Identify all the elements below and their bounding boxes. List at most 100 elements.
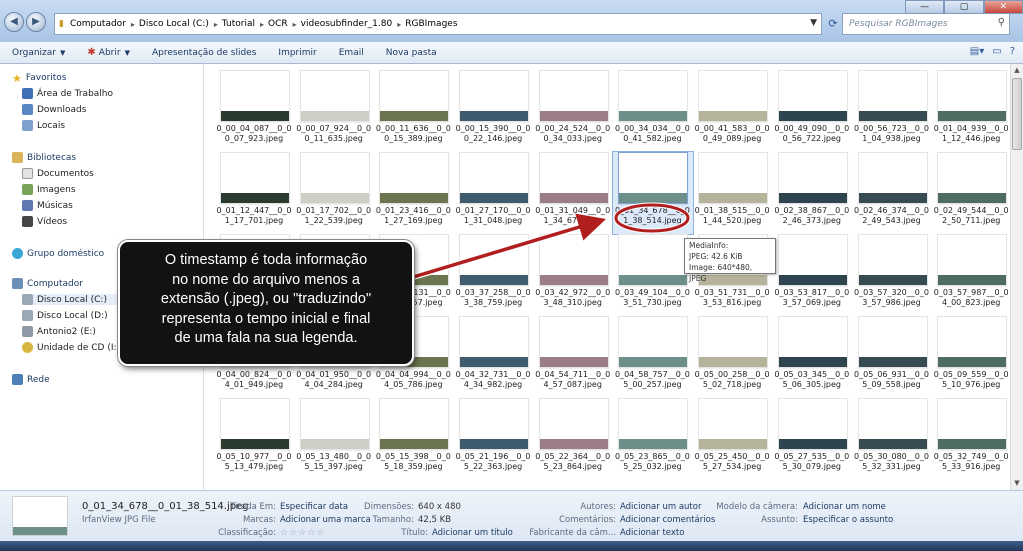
breadcrumb-tutorial[interactable]: Tutorial ▸ (222, 19, 264, 29)
file-thumbnail[interactable]: 0_05_00_258__0_0 5_02_718.jpeg (693, 316, 773, 398)
scrollbar-thumb[interactable] (1012, 78, 1022, 150)
sidebar-item-images[interactable]: Imagens (22, 184, 76, 195)
sidebar-network[interactable]: Rede (12, 374, 50, 385)
breadcrumb-rgbimages[interactable]: RGBImages (405, 19, 457, 29)
file-thumbnail[interactable]: 0_03_53_817__0_0 3_57_069.jpeg (773, 234, 853, 316)
rating-stars[interactable]: ☆☆☆☆☆ (280, 528, 325, 538)
file-thumbnail[interactable]: 0_01_31_049__0_0 1_34_677.jpeg (534, 152, 614, 234)
file-thumbnail[interactable]: 0_05_32_749__0_0 5_33_916.jpeg (932, 398, 1010, 480)
file-thumbnail[interactable]: 0_00_15_390__0_0 0_22_146.jpeg (454, 70, 534, 152)
file-thumbnail[interactable]: 0_01_04_939__0_0 1_12_446.jpeg (932, 70, 1010, 152)
sidebar-item-music[interactable]: Músicas (22, 200, 73, 211)
address-bar[interactable]: ▮ Computador ▸ Disco Local (C:) ▸ Tutorial… (54, 13, 822, 35)
file-thumbnail[interactable]: 0_01_17_702__0_0 1_22_539.jpeg (295, 152, 375, 234)
file-thumbnail[interactable]: 0_05_13_480__0_0 5_15_397.jpeg (295, 398, 375, 480)
file-thumbnail[interactable]: 0_05_25_450__0_0 5_27_534.jpeg (693, 398, 773, 480)
maximize-button[interactable]: ▢ (944, 0, 984, 14)
file-thumbnail[interactable]: 0_03_49_104__0_0 3_51_730.jpeg (613, 234, 693, 316)
print-button[interactable]: Imprimir (278, 48, 316, 58)
taken-value[interactable]: Especificar data (280, 502, 348, 512)
breadcrumb-videosubfinder[interactable]: videosubfinder_1.80 ▸ (301, 19, 402, 29)
refresh-button[interactable]: ⟳ (826, 13, 840, 35)
email-button[interactable]: Email (339, 48, 364, 58)
file-thumbnail[interactable]: 0_02_38_867__0_0 2_46_373.jpeg (773, 152, 853, 234)
subject-value[interactable]: Especificar o assunto (803, 515, 893, 525)
sidebar-item-cd-drive[interactable]: Unidade de CD (I:) (22, 342, 120, 353)
thumbnail-image (857, 398, 928, 450)
sidebar-favorites[interactable]: ★ Favoritos (12, 72, 67, 85)
vertical-scrollbar[interactable]: ▲ ▼ (1010, 64, 1023, 490)
forward-button[interactable]: ▶ (26, 12, 46, 32)
file-thumbnail[interactable]: 0_05_09_559__0_0 5_10_976.jpeg (932, 316, 1010, 398)
file-thumbnail[interactable]: 0_05_30_080__0_0 5_32_331.jpeg (853, 398, 933, 480)
minimize-button[interactable]: — (905, 0, 945, 14)
file-thumbnail[interactable]: 0_00_07_924__0_0 0_11_635.jpeg (295, 70, 375, 152)
authors-value[interactable]: Adicionar um autor (620, 502, 701, 512)
file-name-line: 5_22_363.jpeg (463, 462, 523, 471)
view-options-icon[interactable]: ▤▾ (970, 46, 984, 57)
sidebar-item-videos[interactable]: Vídeos (22, 216, 67, 227)
preview-pane-icon[interactable]: ▭ (992, 46, 1001, 57)
file-thumbnail[interactable]: 0_05_06_931__0_0 5_09_558.jpeg (853, 316, 933, 398)
file-name-line: 5_23_864.jpeg (543, 462, 602, 471)
file-thumbnail[interactable]: 0_00_41_583__0_0 0_49_089.jpeg (693, 70, 773, 152)
file-thumbnail[interactable]: 0_05_22_364__0_0 5_23_864.jpeg (534, 398, 614, 480)
file-thumbnail[interactable]: 0_05_10_977__0_0 5_13_479.jpeg (215, 398, 295, 480)
file-thumbnail[interactable]: 0_01_34_678__0_0 1_38_514.jpeg (612, 151, 695, 235)
close-button[interactable]: ✕ (983, 0, 1023, 14)
sidebar-item-documents[interactable]: Documentos (22, 168, 94, 179)
file-thumbnail[interactable]: 0_05_15_398__0_0 5_18_359.jpeg (374, 398, 454, 480)
file-thumbnail[interactable]: 0_00_11_636__0_0 0_15_389.jpeg (374, 70, 454, 152)
open-button[interactable]: ✱ Abrir ▼ (87, 47, 130, 58)
file-thumbnail[interactable]: 0_05_27_535__0_0 5_30_079.jpeg (773, 398, 853, 480)
breadcrumb-computador[interactable]: Computador ▸ (70, 19, 135, 29)
file-thumbnail[interactable]: 0_05_03_345__0_0 5_06_305.jpeg (773, 316, 853, 398)
file-thumbnail[interactable]: 0_01_27_170__0_0 1_31_048.jpeg (454, 152, 534, 234)
sidebar-item-downloads[interactable]: Downloads (22, 104, 86, 115)
scroll-up-icon[interactable]: ▲ (1011, 64, 1023, 77)
file-thumbnail[interactable]: 0_01_12_447__0_0 1_17_701.jpeg (215, 152, 295, 234)
file-thumbnail[interactable]: 0_01_38_515__0_0 1_44_520.jpeg (693, 152, 773, 234)
file-thumbnail[interactable]: 0_02_46_374__0_0 2_49_543.jpeg (853, 152, 933, 234)
file-thumbnail[interactable]: 0_03_42_972__0_0 3_48_310.jpeg (534, 234, 614, 316)
sidebar-item-places[interactable]: Locais (22, 120, 65, 131)
file-thumbnail[interactable]: 0_04_54_711__0_0 4_57_087.jpeg (534, 316, 614, 398)
breadcrumb-disco-local[interactable]: Disco Local (C:) ▸ (139, 19, 218, 29)
scroll-down-icon[interactable]: ▼ (1011, 477, 1023, 490)
file-thumbnail[interactable]: 0_05_23_865__0_0 5_25_032.jpeg (613, 398, 693, 480)
file-thumbnail[interactable]: 0_00_56_723__0_0 1_04_938.jpeg (853, 70, 933, 152)
sidebar-item-antonio2[interactable]: Antonio2 (E:) (22, 326, 96, 337)
organize-button[interactable]: Organizar ▼ (12, 48, 65, 58)
sidebar-computer[interactable]: Computador (12, 278, 83, 289)
help-icon[interactable]: ? (1010, 46, 1015, 57)
file-thumbnail[interactable]: 0_01_23_416__0_0 1_27_169.jpeg (374, 152, 454, 234)
camera-model-value[interactable]: Adicionar um nome (803, 502, 886, 512)
new-folder-button[interactable]: Nova pasta (386, 48, 437, 58)
file-thumbnail[interactable]: 0_00_49_090__0_0 0_56_722.jpeg (773, 70, 853, 152)
file-name: 0_02_46_374__0_0 2_49_543.jpeg (853, 206, 931, 226)
file-thumbnail[interactable]: 0_00_04_087__0_0 0_07_923.jpeg (215, 70, 295, 152)
breadcrumb-ocr[interactable]: OCR ▸ (268, 19, 297, 29)
file-thumbnail[interactable]: 0_04_32_731__0_0 4_34_982.jpeg (454, 316, 534, 398)
file-thumbnail[interactable]: 0_02_49_544__0_0 2_50_711.jpeg (932, 152, 1010, 234)
slideshow-button[interactable]: Apresentação de slides (152, 48, 256, 58)
file-thumbnail[interactable]: 0_00_24_524__0_0 0_34_033.jpeg (534, 70, 614, 152)
sidebar-homegroup[interactable]: Grupo doméstico (12, 248, 104, 259)
file-thumbnail[interactable]: 0_04_58_757__0_0 5_00_257.jpeg (613, 316, 693, 398)
camera-maker-value[interactable]: Adicionar texto (620, 528, 684, 538)
file-thumbnail[interactable]: 0_03_37_258__0_0 3_38_759.jpeg (454, 234, 534, 316)
file-thumbnail[interactable]: 0_03_57_320__0_0 3_57_986.jpeg (853, 234, 933, 316)
file-name-line: 0_05_21_196__0_0 (455, 452, 531, 461)
sidebar-libraries[interactable]: Bibliotecas (12, 152, 76, 163)
address-history-dropdown-icon[interactable]: ▼ (810, 18, 817, 28)
back-button[interactable]: ◀ (4, 12, 24, 32)
sidebar-item-disk-d[interactable]: Disco Local (D:) (22, 310, 108, 321)
sidebar-item-desktop[interactable]: Área de Trabalho (22, 88, 113, 99)
file-name-line: 0_05_00_258__0_0 (694, 370, 770, 379)
file-thumbnail[interactable]: 0_00_34_034__0_0 0_41_582.jpeg (613, 70, 693, 152)
file-thumbnail[interactable]: 0_03_57_987__0_0 4_00_823.jpeg (932, 234, 1010, 316)
comments-value[interactable]: Adicionar comentários (620, 515, 715, 525)
file-thumbnail[interactable]: 0_05_21_196__0_0 5_22_363.jpeg (454, 398, 534, 480)
search-input[interactable]: Pesquisar RGBImages ⚲ (842, 13, 1010, 35)
title-value[interactable]: Adicionar um título (432, 528, 513, 538)
